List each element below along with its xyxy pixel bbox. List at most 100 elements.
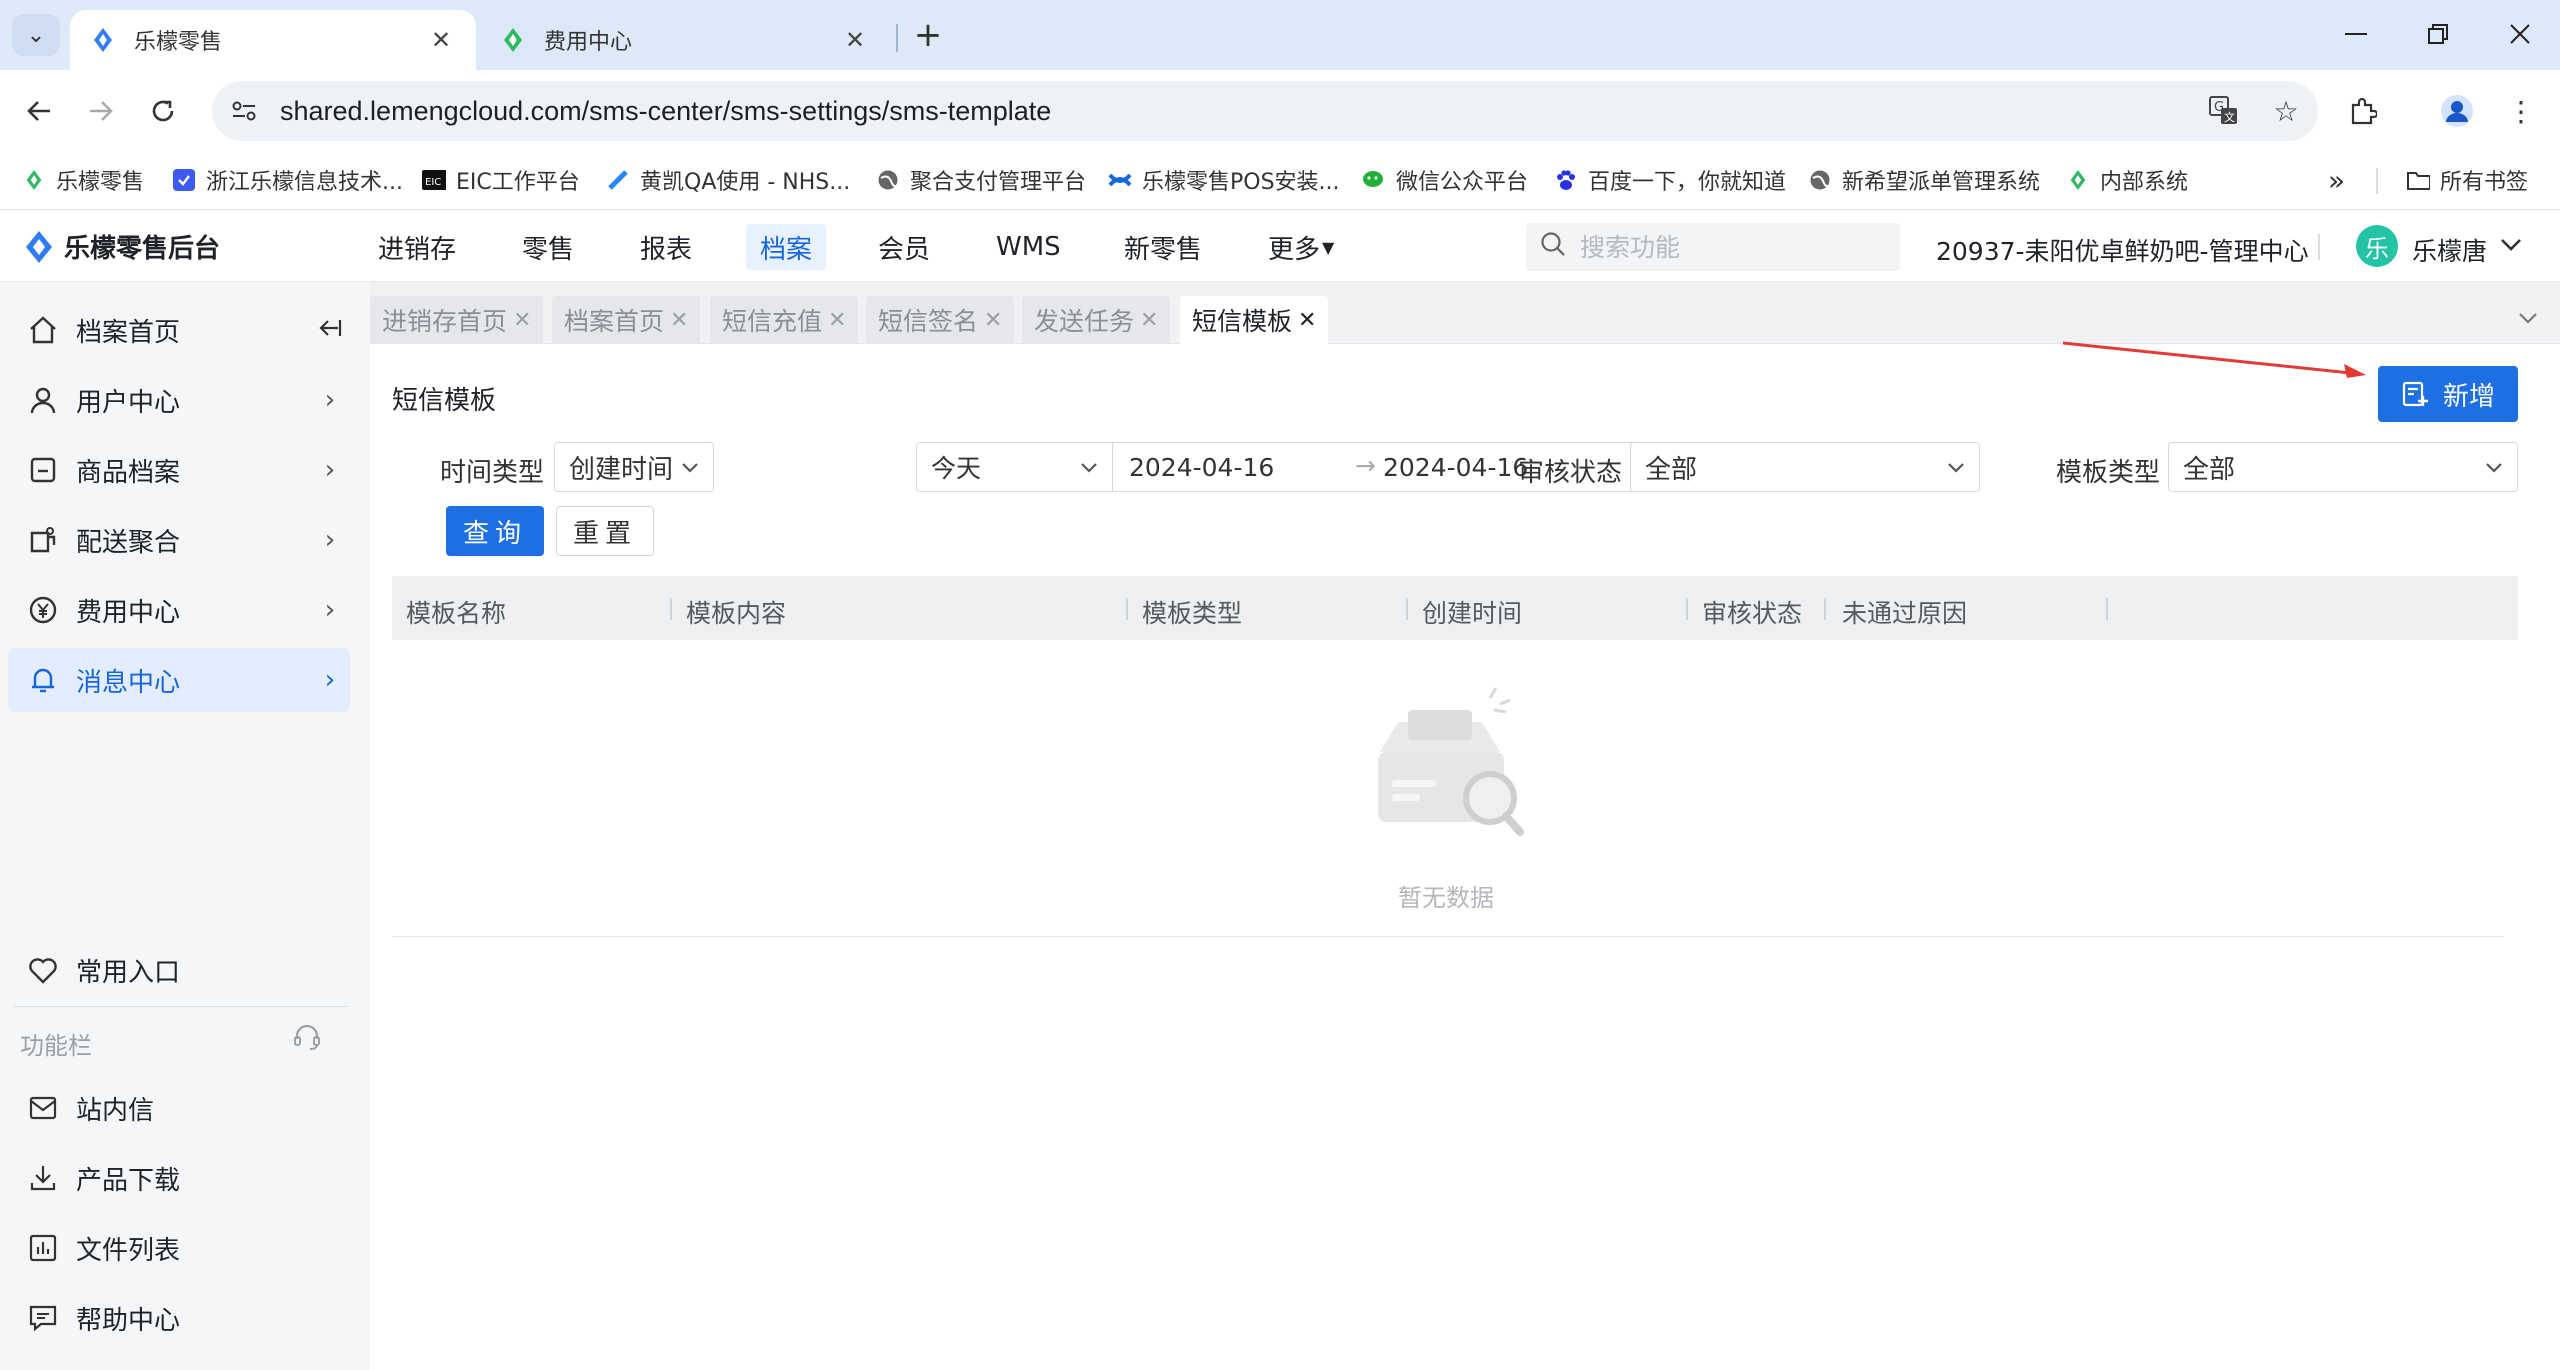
close-window-button[interactable] <box>2490 10 2550 58</box>
bookmark-item[interactable]: 微信公众平台 <box>1362 162 1528 198</box>
empty-inbox-icon <box>1378 687 1524 836</box>
header-separator <box>2318 234 2320 260</box>
new-tab-button[interactable]: + <box>910 14 946 56</box>
nav-more[interactable]: 更多 ▼ <box>1254 224 1348 270</box>
bookmark-item[interactable]: 聚合支付管理平台 <box>876 162 1086 198</box>
browser-menu-icon[interactable]: ⋮ <box>2498 88 2544 134</box>
chevron-down-icon[interactable] <box>2500 230 2522 258</box>
bookmark-item[interactable]: EIC EIC工作平台 <box>422 162 580 198</box>
translate-icon[interactable]: G文 <box>2204 93 2244 129</box>
query-button[interactable]: 查询 <box>446 506 544 556</box>
bookmark-item[interactable]: 百度一下，你就知道 <box>1554 162 1786 198</box>
nav-dangan[interactable]: 档案 <box>746 224 827 270</box>
close-icon[interactable]: ✕ <box>1140 308 1158 333</box>
page-tab[interactable]: 发送任务 ✕ <box>1022 296 1171 344</box>
browser-tab-active[interactable]: 乐檬零售 ✕ <box>70 10 476 70</box>
page-tab[interactable]: 短信签名 ✕ <box>866 296 1015 344</box>
date-start-input[interactable]: 2024-04-16 <box>1129 453 1274 482</box>
table-bottom-border <box>392 936 2504 937</box>
bookmark-item[interactable]: 浙江乐檬信息技术... <box>172 162 403 198</box>
sidebar-item-user-center[interactable]: 用户中心 › <box>8 368 350 432</box>
sidebar-item-dangan-home[interactable]: 档案首页 <box>8 298 350 362</box>
column-resizer[interactable] <box>1126 598 1128 620</box>
date-end-input[interactable]: 2024-04-16 <box>1383 453 1528 482</box>
page-tab[interactable]: 档案首页 ✕ <box>552 296 701 344</box>
bookmark-item[interactable]: 乐檬零售 <box>22 162 144 198</box>
tab-close-icon[interactable]: ✕ <box>426 26 456 54</box>
username[interactable]: 乐檬唐 <box>2412 232 2487 268</box>
column-header[interactable]: 模板类型 <box>1142 594 1242 630</box>
page-tab[interactable]: 进销存首页 ✕ <box>370 296 544 344</box>
column-header[interactable]: 模板内容 <box>686 594 786 630</box>
bookmark-item[interactable]: 乐檬零售POS安装... <box>1108 162 1340 198</box>
chevron-down-icon <box>1080 455 1098 480</box>
column-header[interactable]: 模板名称 <box>406 594 506 630</box>
column-resizer[interactable] <box>2106 598 2108 620</box>
sidebar-item-fee-center[interactable]: 费用中心 › <box>8 578 350 642</box>
sidebar-func-file-list[interactable]: 文件列表 <box>8 1216 350 1280</box>
nav-huiyuan[interactable]: 会员 <box>864 224 944 270</box>
time-type-select[interactable]: 创建时间 <box>554 442 714 492</box>
nav-wms[interactable]: WMS <box>982 224 1075 270</box>
site-info-icon[interactable] <box>220 87 268 135</box>
template-type-select[interactable]: 全部 <box>2168 442 2518 492</box>
bookmark-item[interactable]: 黄凯QA使用 - NHS... <box>606 162 850 198</box>
column-resizer[interactable] <box>1686 598 1688 620</box>
close-icon[interactable]: ✕ <box>828 308 846 333</box>
close-icon[interactable]: ✕ <box>984 308 1002 333</box>
lemeng-logo-icon <box>26 230 52 263</box>
sidebar-func-help[interactable]: 帮助中心 <box>8 1286 350 1350</box>
back-button[interactable] <box>16 88 62 134</box>
minimize-button[interactable] <box>2326 10 2386 58</box>
quick-range-select[interactable]: 今天 <box>917 443 1113 491</box>
reset-button[interactable]: 重置 <box>556 506 654 556</box>
sidebar-item-delivery[interactable]: 配送聚合 › <box>8 508 350 572</box>
add-button[interactable]: 新增 <box>2378 366 2518 422</box>
sidebar-item-goods[interactable]: 商品档案 › <box>8 438 350 502</box>
bookmark-star-icon[interactable]: ☆ <box>2266 93 2306 129</box>
column-resizer[interactable] <box>1824 598 1826 620</box>
function-search[interactable] <box>1526 223 1900 271</box>
nav-baobiao[interactable]: 报表 <box>626 224 706 270</box>
url-bar[interactable]: shared.lemengcloud.com/sms-center/sms-se… <box>212 81 2318 141</box>
collapse-sidebar-icon[interactable] <box>310 315 350 345</box>
tab-close-icon[interactable]: ✕ <box>840 26 870 54</box>
bookmark-item[interactable]: 内部系统 <box>2066 162 2188 198</box>
nav-jinxiaocun[interactable]: 进销存 <box>364 224 470 270</box>
reload-button[interactable] <box>140 88 186 134</box>
tab-search-button[interactable]: ⌄ <box>12 14 60 56</box>
sidebar-common-entry[interactable]: 常用入口 <box>8 938 350 1002</box>
close-icon[interactable]: ✕ <box>513 308 531 333</box>
column-header[interactable]: 创建时间 <box>1422 594 1522 630</box>
column-header[interactable]: 未通过原因 <box>1842 594 1967 630</box>
extensions-icon[interactable] <box>2340 88 2386 134</box>
profile-icon[interactable] <box>2434 88 2480 134</box>
function-search-input[interactable] <box>1580 232 1880 262</box>
column-header[interactable]: 审核状态 <box>1702 594 1802 630</box>
more-bookmarks-button[interactable]: » <box>2328 162 2345 198</box>
audit-status-select[interactable]: 全部 <box>1630 442 1980 492</box>
forward-button[interactable] <box>78 88 124 134</box>
store-name[interactable]: 20937-耒阳优卓鲜奶吧-管理中心 <box>1936 232 2309 268</box>
column-resizer[interactable] <box>670 598 672 620</box>
close-icon[interactable]: ✕ <box>1298 308 1316 333</box>
nav-xinlingshou[interactable]: 新零售 <box>1110 224 1216 270</box>
sidebar-func-download[interactable]: 产品下载 <box>8 1146 350 1210</box>
sidebar-item-message-center[interactable]: 消息中心 › <box>8 648 350 712</box>
headset-icon[interactable] <box>292 1022 322 1059</box>
restore-button[interactable] <box>2408 10 2468 58</box>
all-bookmarks-button[interactable]: 所有书签 <box>2406 162 2528 198</box>
app-logo[interactable]: 乐檬零售后台 <box>24 228 220 265</box>
nav-lingshou[interactable]: 零售 <box>508 224 588 270</box>
bookmark-item[interactable]: 新希望派单管理系统 <box>1808 162 2040 198</box>
sidebar-item-label: 站内信 <box>76 1095 155 1126</box>
column-resizer[interactable] <box>1406 598 1408 620</box>
wechat-favicon-icon <box>1362 168 1386 192</box>
chevron-down-icon[interactable] <box>2518 302 2538 330</box>
avatar[interactable]: 乐 <box>2356 225 2398 267</box>
page-tab-active[interactable]: 短信模板 ✕ <box>1180 296 1329 344</box>
close-icon[interactable]: ✕ <box>670 308 688 333</box>
page-tab[interactable]: 短信充值 ✕ <box>710 296 859 344</box>
browser-tab[interactable]: 费用中心 ✕ <box>480 10 890 70</box>
sidebar-func-inbox[interactable]: 站内信 <box>8 1076 350 1140</box>
